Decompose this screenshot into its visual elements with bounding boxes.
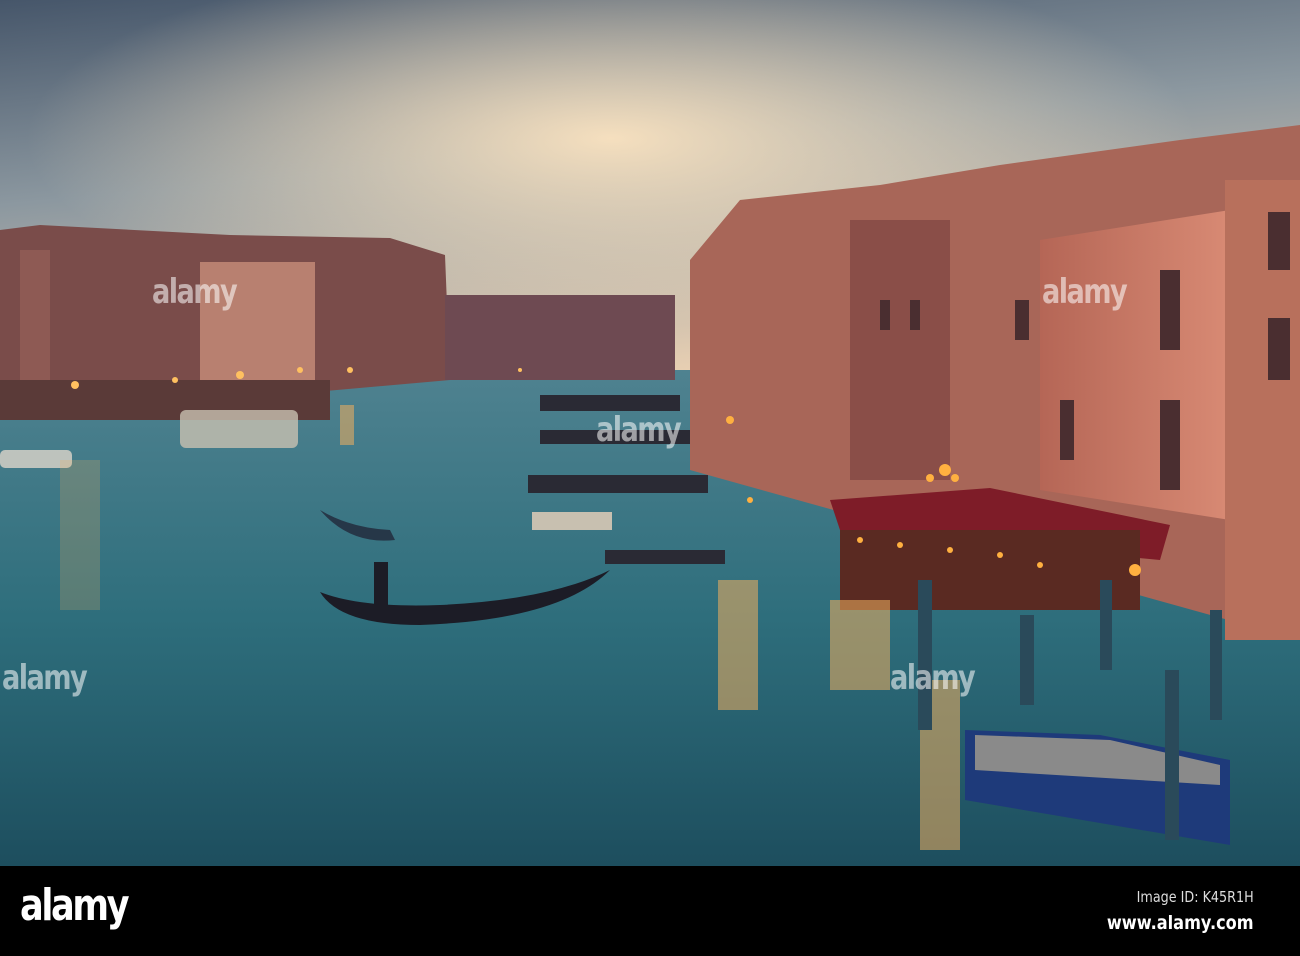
alamy-logo: alamy xyxy=(20,880,130,931)
watermark-text: alamy xyxy=(2,658,88,698)
site-url: www.alamy.com xyxy=(1107,912,1254,934)
watermark-text: alamy xyxy=(596,410,682,450)
watermark-text: alamy xyxy=(152,272,238,312)
watermark-text: alamy xyxy=(890,658,976,698)
footer-bar: alamy Image ID: K45R1H www.alamy.com xyxy=(0,866,1300,956)
watermark-text: alamy xyxy=(1042,272,1128,312)
image-id: Image ID: K45R1H xyxy=(1136,888,1254,906)
